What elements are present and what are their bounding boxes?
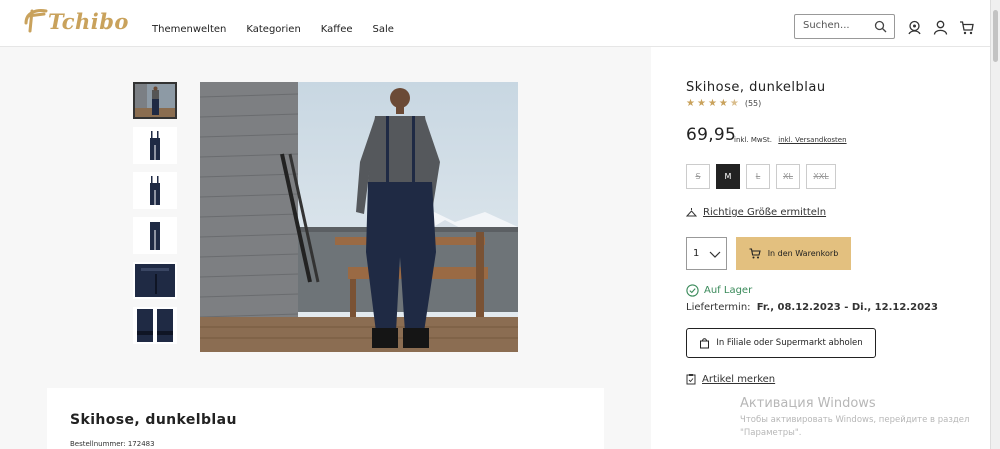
size-s[interactable]: S xyxy=(686,164,710,189)
scrollbar-thumb[interactable] xyxy=(993,10,998,62)
search-box xyxy=(794,14,895,39)
nav-kaffee[interactable]: Kaffee xyxy=(321,24,353,35)
thumbnail-image xyxy=(150,176,160,205)
store-pickup-button[interactable]: In Filiale oder Supermarkt abholen xyxy=(686,328,876,358)
size-m[interactable]: M xyxy=(716,164,740,189)
quantity-select[interactable]: 1 xyxy=(686,237,727,270)
thumbnail-2[interactable] xyxy=(133,127,177,164)
thumbnail-5[interactable] xyxy=(133,262,177,299)
delivery-dates: Fr., 08.12.2023 - Di., 12.12.2023 xyxy=(756,302,938,313)
size-xxl[interactable]: XXL xyxy=(806,164,836,189)
nav-themenwelten[interactable]: Themenwelten xyxy=(152,24,226,35)
rating[interactable]: ★ ★ ★ ★ ★ (55) xyxy=(686,98,761,109)
main-nav: Themenwelten Kategorien Kaffee Sale xyxy=(152,24,394,35)
cart-icon[interactable] xyxy=(959,20,974,35)
delivery-info: Liefertermin: Fr., 08.12.2023 - Di., 12.… xyxy=(686,302,938,313)
thumbnail-image xyxy=(150,131,160,160)
product-title: Skihose, dunkelblau xyxy=(686,80,826,95)
product-photo xyxy=(200,82,518,352)
watermark-title: Активация Windows xyxy=(740,396,876,411)
rating-count: (55) xyxy=(744,99,762,108)
size-l[interactable]: L xyxy=(746,164,770,189)
site-header: Tchibo Themenwelten Kategorien Kaffee Sa… xyxy=(0,0,990,47)
star-icon: ★ xyxy=(707,98,717,109)
thumbnail-4[interactable] xyxy=(133,217,177,254)
add-to-cart-button[interactable]: In den Warenkorb xyxy=(736,237,851,270)
star-icon: ★ xyxy=(696,98,706,109)
star-icon: ★ xyxy=(686,98,695,109)
details-title: Skihose, dunkelblau xyxy=(70,412,237,428)
wishlist-label: Artikel merken xyxy=(702,373,776,385)
size-xl[interactable]: XL xyxy=(776,164,800,189)
search-icon[interactable] xyxy=(874,20,887,33)
thumbnail-1[interactable] xyxy=(133,82,177,119)
quantity-value: 1 xyxy=(693,248,700,259)
thumbnail-6[interactable] xyxy=(133,307,177,344)
nav-sale[interactable]: Sale xyxy=(373,24,394,35)
vat-note: inkl. MwSt. xyxy=(734,136,773,144)
chevron-down-icon xyxy=(709,251,721,258)
cart-icon xyxy=(749,248,761,259)
half-star-icon: ★ xyxy=(729,98,739,109)
order-number: Bestellnummer: 172483 xyxy=(70,440,155,448)
stock-label: Auf Lager xyxy=(704,285,753,296)
check-circle-icon xyxy=(686,284,699,297)
main-product-image[interactable] xyxy=(200,82,518,352)
page-scrollbar[interactable] xyxy=(990,0,1000,449)
windows-activation-watermark: Активация Windows Чтобы активировать Win… xyxy=(740,396,980,440)
hanger-icon xyxy=(686,208,697,217)
price: 69,95 xyxy=(686,125,737,145)
clipboard-icon xyxy=(686,374,696,385)
star-icon: ★ xyxy=(718,98,728,109)
shipping-link[interactable]: inkl. Versandkosten xyxy=(778,136,846,144)
watermark-text: Чтобы активировать Windows, перейдите в … xyxy=(740,415,970,438)
nav-kategorien[interactable]: Kategorien xyxy=(246,24,300,35)
size-selector: S M L XL XXL xyxy=(686,164,836,189)
wishlist-link[interactable]: Artikel merken xyxy=(686,373,775,385)
user-icon[interactable] xyxy=(933,20,948,35)
stock-status: Auf Lager xyxy=(686,284,752,297)
size-help-link[interactable]: Richtige Größe ermitteln xyxy=(686,207,826,218)
store-pickup-label: In Filiale oder Supermarkt abholen xyxy=(716,338,863,348)
thumbnail-3[interactable] xyxy=(133,172,177,209)
product-details-card: Skihose, dunkelblau Bestellnummer: 17248… xyxy=(47,388,604,449)
tchibo-logo[interactable]: Tchibo xyxy=(22,5,128,37)
thumbnail-image xyxy=(135,84,175,117)
thumbnail-image xyxy=(137,309,173,342)
delivery-label: Liefertermin: xyxy=(686,302,751,313)
price-note: inkl. MwSt. inkl. Versandkosten xyxy=(734,136,847,144)
size-help-label: Richtige Größe ermitteln xyxy=(703,207,827,218)
logo-text: Tchibo xyxy=(48,9,129,34)
thumbnail-image xyxy=(135,264,175,297)
location-icon[interactable] xyxy=(907,20,922,35)
shopping-bag-icon xyxy=(700,338,710,349)
add-to-cart-label: In den Warenkorb xyxy=(767,249,839,258)
thumbnail-image xyxy=(150,222,160,250)
search-input[interactable] xyxy=(803,20,873,31)
